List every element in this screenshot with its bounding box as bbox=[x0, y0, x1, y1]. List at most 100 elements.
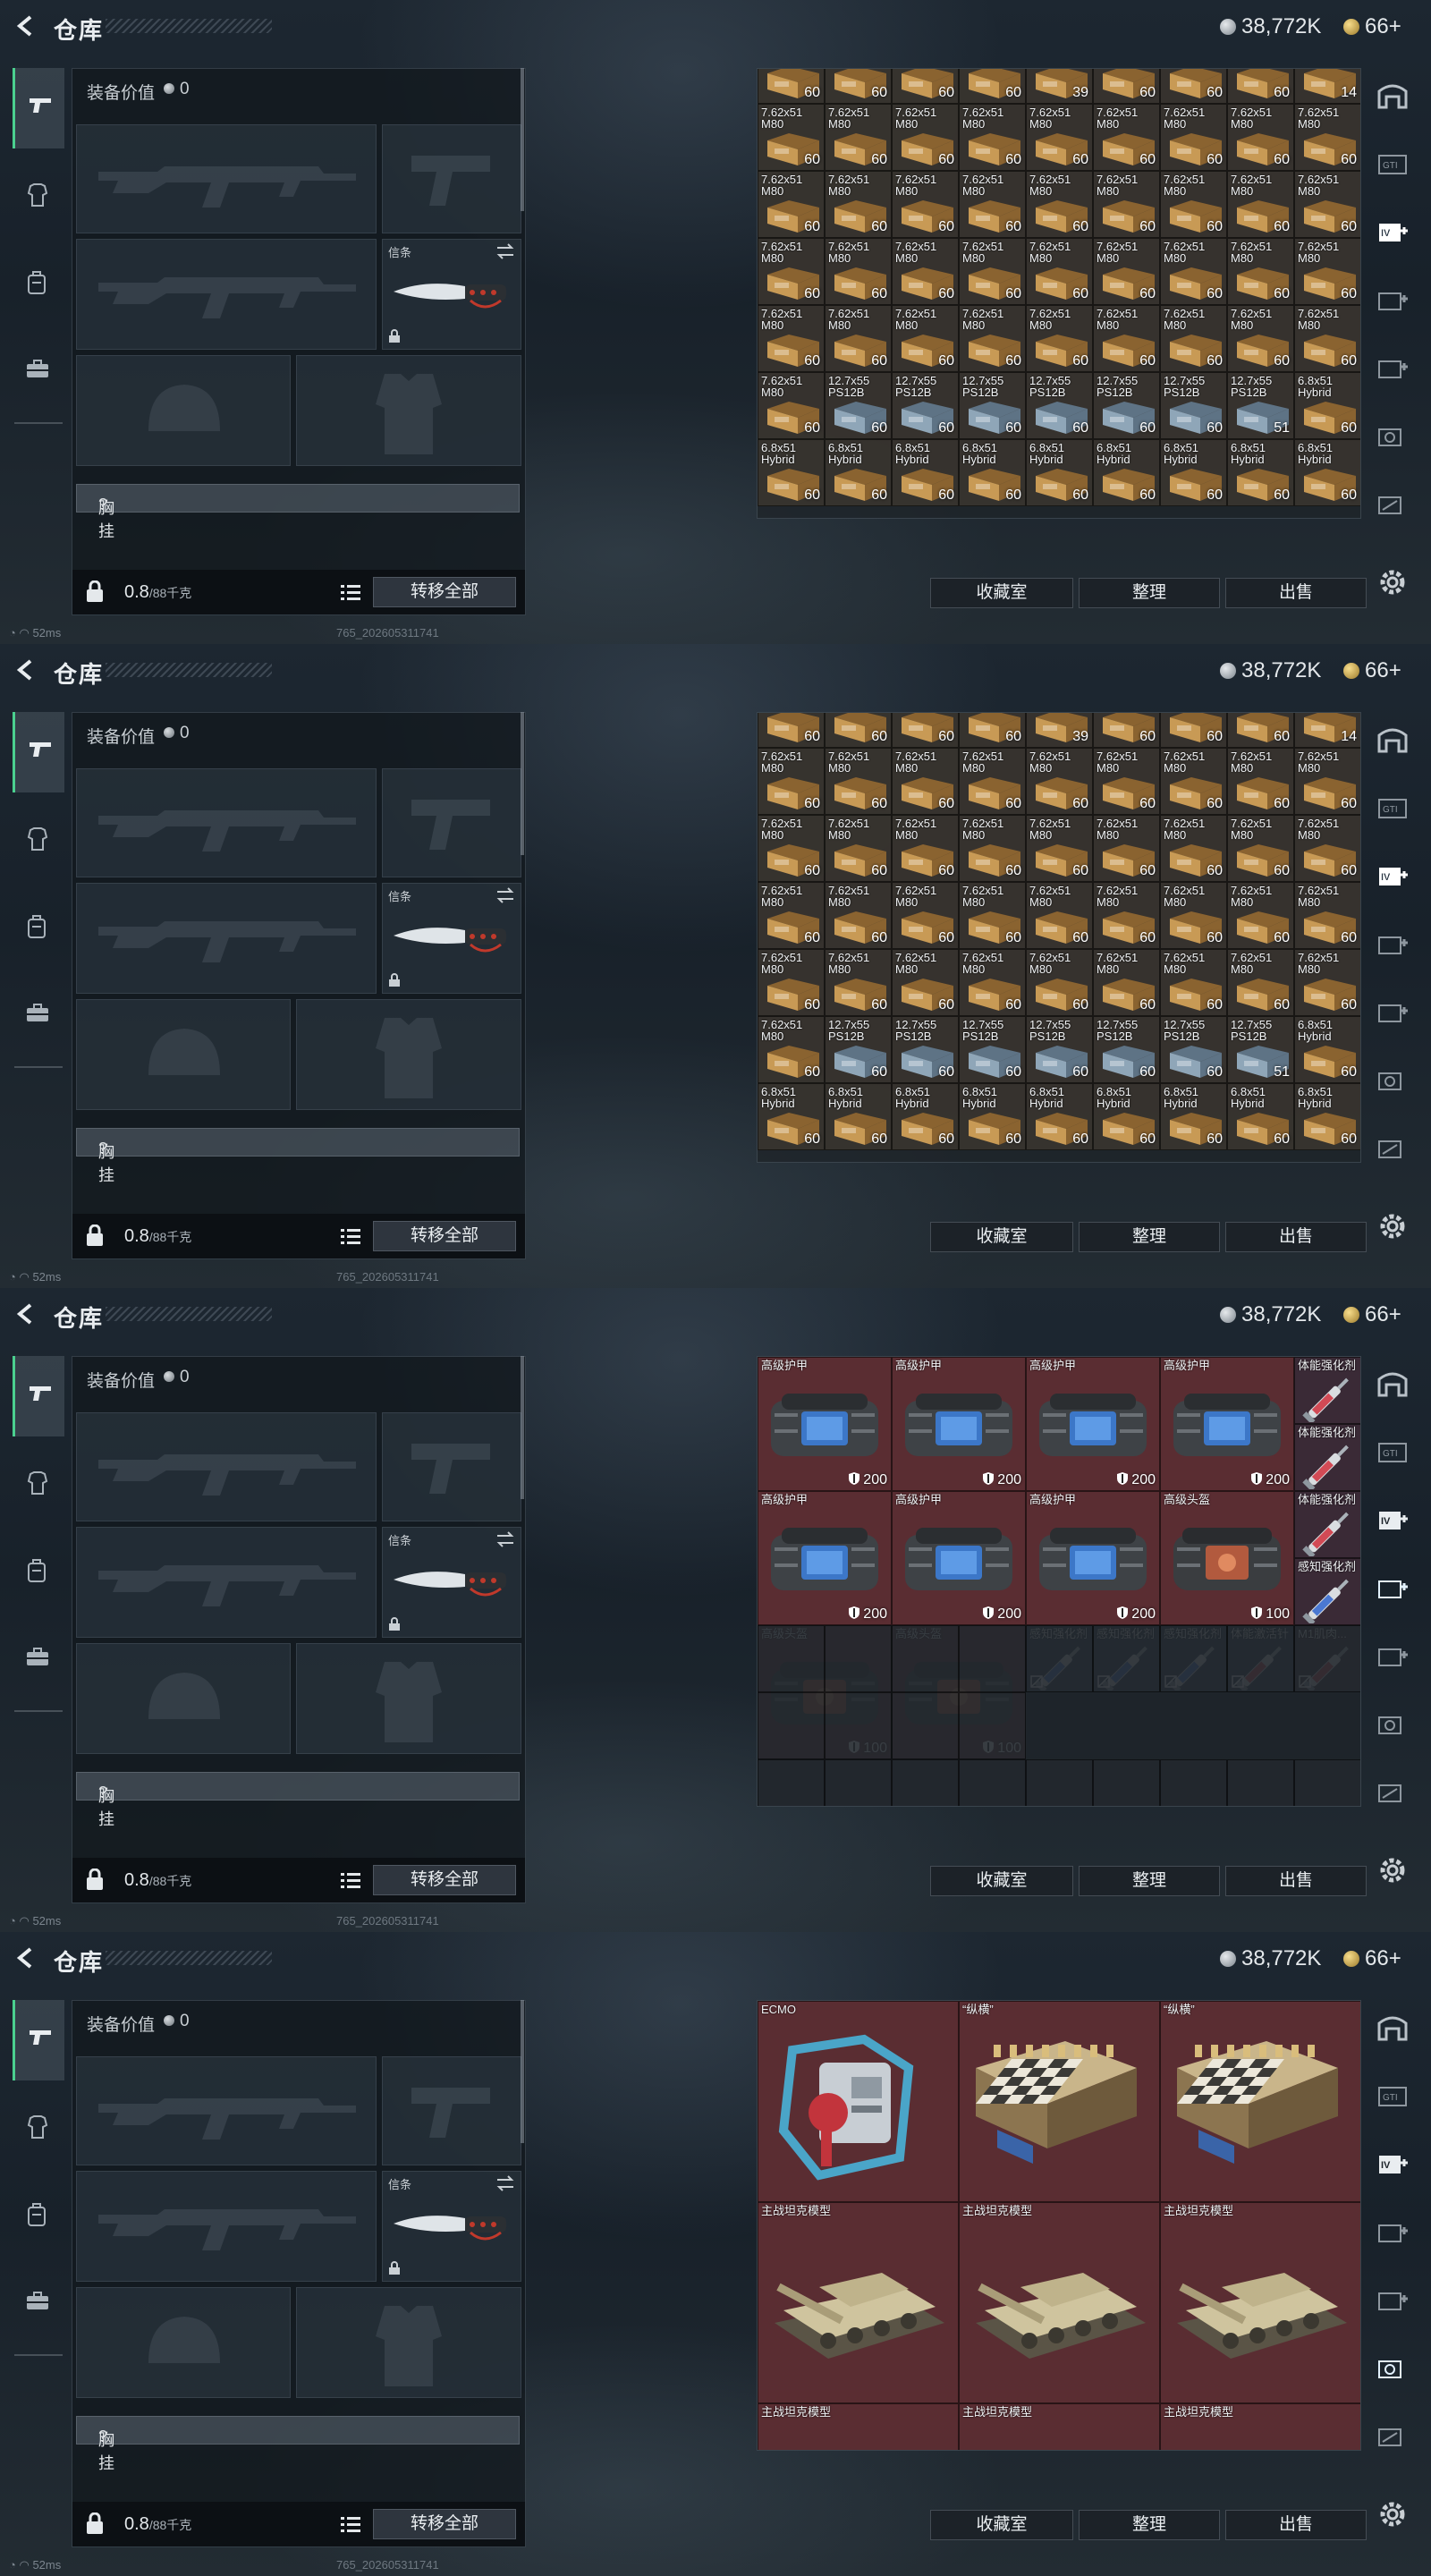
empty-slot[interactable] bbox=[1227, 1625, 1294, 1692]
tab-armor[interactable] bbox=[13, 800, 64, 880]
empty-slot[interactable] bbox=[1160, 1625, 1227, 1692]
ammo-item-cell[interactable]: 60 7.62x51 M80 bbox=[1294, 238, 1360, 305]
ammo-item-cell[interactable]: 60 bbox=[892, 69, 959, 104]
secondary-weapon-slot[interactable] bbox=[76, 1527, 377, 1638]
list-icon[interactable] bbox=[341, 1871, 360, 1889]
ammo-item-cell[interactable]: 60 7.62x51 M80 bbox=[825, 882, 892, 949]
tab-armor[interactable] bbox=[13, 156, 64, 236]
ammo-item-cell[interactable]: 60 7.62x51 M80 bbox=[892, 104, 959, 171]
armor-item-cell[interactable]: 高级护甲 200 bbox=[758, 1491, 892, 1625]
ammo-item-cell[interactable]: 51 12.7x55 PS12B bbox=[1227, 1016, 1294, 1083]
ammo-item-cell[interactable]: 60 7.62x51 M80 bbox=[1093, 882, 1160, 949]
ammo-item-cell[interactable]: 60 7.62x51 M80 bbox=[825, 104, 892, 171]
ammo-item-cell[interactable]: 60 12.7x55 PS12B bbox=[1026, 1016, 1093, 1083]
ammo-item-cell[interactable]: 60 7.62x51 M80 bbox=[758, 815, 825, 882]
ammo-item-cell[interactable]: 60 7.62x51 M80 bbox=[1294, 748, 1360, 815]
chest-rig-bar[interactable]: 胸挂 ? bbox=[76, 1128, 520, 1184]
empty-slot[interactable] bbox=[758, 1625, 825, 1692]
empty-slot[interactable] bbox=[825, 1759, 892, 1806]
empty-slot[interactable] bbox=[1160, 1759, 1227, 1806]
ammo-item-cell[interactable]: 60 bbox=[959, 713, 1026, 748]
ammo-item-cell[interactable]: 60 bbox=[758, 713, 825, 748]
right-helmet-tab-icon[interactable] bbox=[1376, 80, 1410, 111]
sort-button[interactable]: 整理 bbox=[1079, 1222, 1220, 1252]
empty-slot[interactable] bbox=[1093, 1759, 1160, 1806]
right-tab-icon-7[interactable] bbox=[1376, 2420, 1410, 2451]
ammo-item-cell[interactable]: 60 12.7x55 PS12B bbox=[1093, 1016, 1160, 1083]
ammo-item-cell[interactable]: 60 bbox=[1093, 69, 1160, 104]
ammo-item-cell[interactable]: 60 7.62x51 M80 bbox=[959, 748, 1026, 815]
melee-slot[interactable]: 信条 bbox=[382, 2171, 521, 2282]
body-armor-slot[interactable] bbox=[296, 1643, 521, 1754]
ammo-item-cell[interactable]: 60 7.62x51 M80 bbox=[892, 171, 959, 238]
empty-slot[interactable] bbox=[1294, 1759, 1360, 1806]
tab-backpack[interactable] bbox=[13, 2175, 64, 2256]
right-tab-icon-2[interactable]: GTI bbox=[1376, 1436, 1410, 1467]
ammo-item-cell[interactable]: 60 7.62x51 M80 bbox=[1093, 305, 1160, 372]
armor-item-cell[interactable]: 高级护甲 200 bbox=[1026, 1491, 1160, 1625]
ammo-item-cell[interactable]: 60 7.62x51 M80 bbox=[1026, 949, 1093, 1016]
ammo-item-cell[interactable]: 60 7.62x51 M80 bbox=[1093, 949, 1160, 1016]
syringe-item-cell[interactable]: 体能强化剂 bbox=[1294, 1491, 1360, 1558]
ammo-item-cell[interactable]: 60 7.62x51 M80 bbox=[892, 949, 959, 1016]
right-tab-icon-4[interactable] bbox=[1376, 284, 1410, 315]
right-helmet-tab-icon[interactable] bbox=[1376, 1368, 1410, 1399]
ecmo-item-cell[interactable]: ECMO bbox=[758, 2001, 959, 2202]
right-tab-icon-5[interactable] bbox=[1376, 1640, 1410, 1671]
ammo-item-cell[interactable]: 60 12.7x55 PS12B bbox=[825, 372, 892, 439]
right-tab-icon-5[interactable] bbox=[1376, 352, 1410, 383]
tab-briefcase[interactable] bbox=[13, 975, 64, 1055]
right-tab-icon-4[interactable] bbox=[1376, 2216, 1410, 2247]
ammo-item-cell[interactable]: 60 7.62x51 M80 bbox=[1093, 238, 1160, 305]
body-armor-slot[interactable] bbox=[296, 2287, 521, 2398]
ammo-item-cell[interactable]: 60 bbox=[1160, 69, 1227, 104]
tab-backpack[interactable] bbox=[13, 887, 64, 968]
ammo-item-cell[interactable]: 60 7.62x51 M80 bbox=[959, 104, 1026, 171]
ammo-item-cell[interactable]: 60 bbox=[1227, 713, 1294, 748]
tank-item-cell[interactable]: 主战坦克模型 bbox=[959, 2202, 1160, 2403]
ammo-item-cell[interactable]: 60 7.62x51 M80 bbox=[1227, 104, 1294, 171]
ammo-item-cell[interactable]: 60 6.8x51 Hybrid bbox=[825, 1083, 892, 1150]
right-tab-icon-3[interactable]: IV bbox=[1376, 2148, 1410, 2179]
sort-button[interactable]: 整理 bbox=[1079, 578, 1220, 608]
ammo-item-cell[interactable]: 60 7.62x51 M80 bbox=[1294, 949, 1360, 1016]
ammo-item-cell[interactable]: 60 7.62x51 M80 bbox=[758, 305, 825, 372]
ammo-item-cell[interactable]: 60 7.62x51 M80 bbox=[1227, 171, 1294, 238]
right-tab-icon-3[interactable]: IV bbox=[1376, 1504, 1410, 1535]
helmet-slot[interactable] bbox=[76, 2287, 291, 2398]
right-tab-icon-7[interactable] bbox=[1376, 1776, 1410, 1807]
ammo-item-cell[interactable]: 60 7.62x51 M80 bbox=[758, 748, 825, 815]
right-tab-icon-6[interactable] bbox=[1376, 1064, 1410, 1095]
gear-icon[interactable] bbox=[1377, 2499, 1408, 2529]
ammo-item-cell[interactable]: 60 7.62x51 M80 bbox=[1227, 305, 1294, 372]
secondary-weapon-slot[interactable] bbox=[76, 239, 377, 350]
ammo-item-cell[interactable]: 39 bbox=[1026, 713, 1093, 748]
right-helmet-tab-icon[interactable] bbox=[1376, 2012, 1410, 2043]
transfer-all-button[interactable]: 转移全部 bbox=[373, 577, 516, 607]
ammo-item-cell[interactable]: 60 7.62x51 M80 bbox=[1294, 815, 1360, 882]
tank-item-cell[interactable]: 主战坦克模型 bbox=[758, 2202, 959, 2403]
right-tab-icon-6[interactable] bbox=[1376, 420, 1410, 451]
ammo-item-cell[interactable]: 60 12.7x55 PS12B bbox=[1026, 372, 1093, 439]
empty-slot[interactable] bbox=[1294, 1625, 1360, 1692]
right-tab-icon-2[interactable]: GTI bbox=[1376, 148, 1410, 179]
helmet-slot[interactable] bbox=[76, 355, 291, 466]
armor-item-cell[interactable]: 高级护甲 200 bbox=[892, 1491, 1026, 1625]
empty-slot[interactable] bbox=[892, 1692, 959, 1759]
ammo-item-cell[interactable]: 60 7.62x51 M80 bbox=[1026, 104, 1093, 171]
primary-weapon-slot[interactable] bbox=[76, 1412, 377, 1521]
ammo-item-cell[interactable]: 60 7.62x51 M80 bbox=[758, 238, 825, 305]
gear-icon[interactable] bbox=[1377, 567, 1408, 597]
empty-slot[interactable] bbox=[1026, 1759, 1093, 1806]
ammo-item-cell[interactable]: 60 7.62x51 M80 bbox=[1160, 305, 1227, 372]
list-icon[interactable] bbox=[341, 2515, 360, 2533]
right-tab-icon-6[interactable] bbox=[1376, 1708, 1410, 1739]
sell-button[interactable]: 出售 bbox=[1225, 1866, 1367, 1896]
gold-currency[interactable]: 66+ bbox=[1343, 14, 1401, 39]
empty-slot[interactable] bbox=[892, 1759, 959, 1806]
ammo-item-cell[interactable]: 60 7.62x51 M80 bbox=[1026, 238, 1093, 305]
ammo-item-cell[interactable]: 60 6.8x51 Hybrid bbox=[1294, 1083, 1360, 1150]
ammo-item-cell[interactable]: 60 7.62x51 M80 bbox=[1026, 171, 1093, 238]
sidearm-slot[interactable] bbox=[382, 768, 521, 877]
ammo-item-cell[interactable]: 60 7.62x51 M80 bbox=[959, 238, 1026, 305]
